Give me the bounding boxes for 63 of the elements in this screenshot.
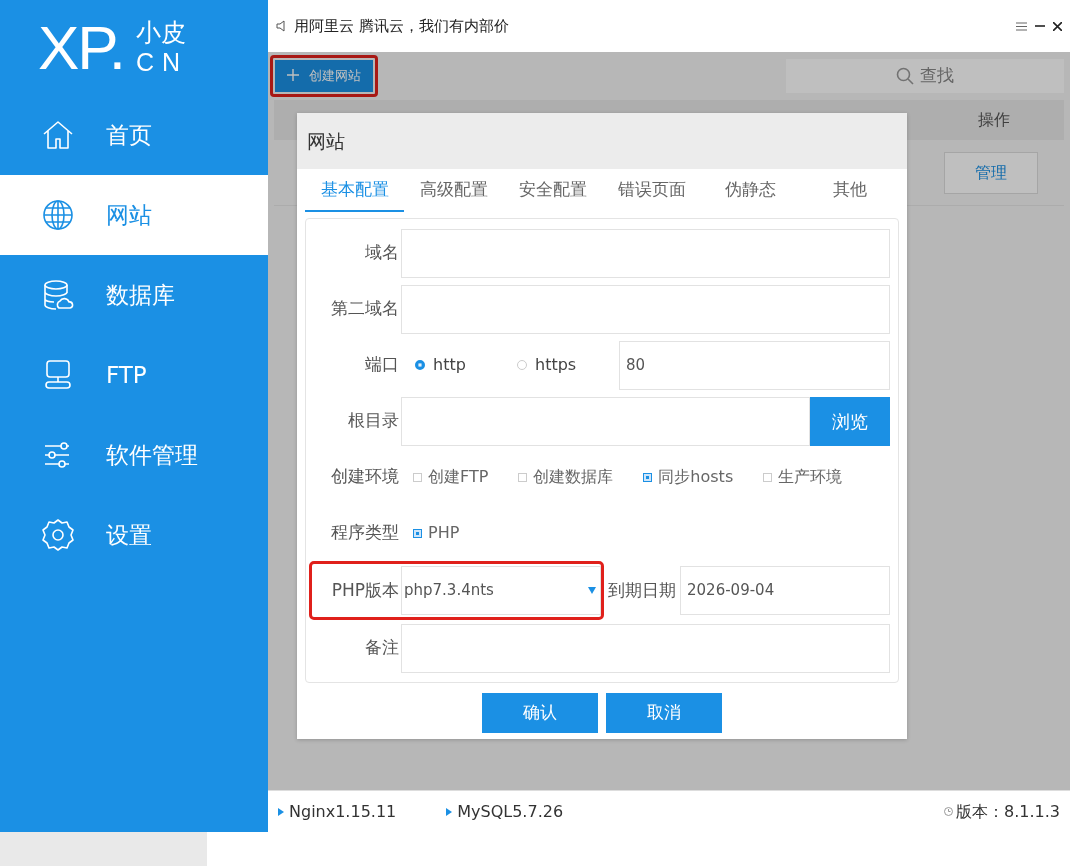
select-field[interactable]: php7.3.4nts bbox=[401, 566, 601, 615]
create-website-button[interactable]: 创建网站 bbox=[275, 60, 373, 92]
field-label: 域名 bbox=[364, 241, 400, 265]
checkbox[interactable] bbox=[413, 472, 422, 482]
search-icon bbox=[896, 67, 914, 85]
logo-text: XP. bbox=[38, 16, 124, 79]
version-text: 版本：8.1.1.3 bbox=[956, 800, 1060, 823]
plus-icon bbox=[287, 69, 299, 82]
sidebar-item[interactable]: 网站 bbox=[0, 175, 268, 255]
minimize-icon[interactable] bbox=[1035, 25, 1045, 27]
checkbox[interactable] bbox=[413, 528, 422, 538]
dialog-title: 网站 bbox=[307, 128, 345, 154]
sidebar-item[interactable]: 数据库 bbox=[0, 255, 268, 335]
logo-subtitle: CN bbox=[135, 47, 189, 77]
notice-text: 用阿里云 腾讯云，我们有内部价 bbox=[294, 15, 509, 37]
sidebar-item[interactable]: 软件管理 bbox=[0, 415, 268, 495]
option-label: https bbox=[535, 354, 577, 376]
field-label: 根目录 bbox=[347, 409, 400, 433]
field-label: 第二域名 bbox=[330, 297, 400, 321]
radio-button[interactable] bbox=[415, 360, 425, 370]
checkbox-label: 同步hosts bbox=[658, 466, 734, 488]
field-label: 到期日期 bbox=[608, 578, 676, 602]
service-status[interactable]: MySQL5.7.26 bbox=[457, 799, 564, 824]
caret-icon bbox=[588, 587, 596, 594]
sidebar-item[interactable]: FTP bbox=[0, 335, 268, 415]
field-label: 程序类型 bbox=[330, 521, 400, 545]
checkbox-label: PHP bbox=[428, 522, 460, 544]
input-field[interactable] bbox=[401, 228, 890, 278]
field-label: 创建环境 bbox=[330, 465, 400, 489]
input-field[interactable] bbox=[401, 284, 890, 334]
port-field[interactable]: 80 bbox=[619, 340, 890, 390]
select-value: php7.3.4nts bbox=[404, 580, 494, 602]
input-field[interactable] bbox=[401, 623, 890, 673]
browse-button[interactable]: 浏览 bbox=[810, 396, 890, 446]
play-icon bbox=[278, 807, 284, 816]
close-icon[interactable] bbox=[1053, 21, 1062, 31]
gear-icon bbox=[40, 517, 76, 553]
clock-icon bbox=[944, 807, 953, 816]
checkbox[interactable] bbox=[518, 472, 528, 482]
field-label: PHP版本 bbox=[330, 578, 400, 602]
play-icon bbox=[446, 807, 453, 816]
field-label: 端口 bbox=[364, 353, 400, 377]
sidebar-item[interactable]: 首页 bbox=[0, 95, 268, 175]
speaker-icon bbox=[276, 20, 288, 32]
menu-icon[interactable] bbox=[1016, 21, 1027, 31]
search-field[interactable]: 查找 bbox=[786, 59, 1064, 93]
checkbox-label: 生产环境 bbox=[778, 466, 843, 488]
service-status[interactable]: Nginx1.15.11 bbox=[289, 799, 397, 824]
column-header: 操作 bbox=[977, 109, 1011, 131]
checkbox[interactable] bbox=[643, 472, 653, 482]
date-field[interactable]: 2026-09-04 bbox=[680, 566, 890, 615]
input-field[interactable] bbox=[401, 396, 810, 446]
dialog-button[interactable]: 确认 bbox=[482, 693, 598, 733]
field-label: 备注 bbox=[364, 636, 400, 660]
sidebar-item[interactable]: 设置 bbox=[0, 495, 268, 575]
globe-icon bbox=[40, 197, 76, 233]
checkbox[interactable] bbox=[763, 472, 773, 482]
manage-button[interactable]: 管理 bbox=[944, 151, 1038, 194]
option-label: http bbox=[433, 354, 466, 376]
logo-subtitle: 小皮 bbox=[135, 18, 187, 48]
checkbox-label: 创建FTP bbox=[428, 466, 489, 488]
checkbox-label: 创建数据库 bbox=[533, 466, 614, 488]
dialog-button[interactable]: 取消 bbox=[606, 693, 722, 733]
